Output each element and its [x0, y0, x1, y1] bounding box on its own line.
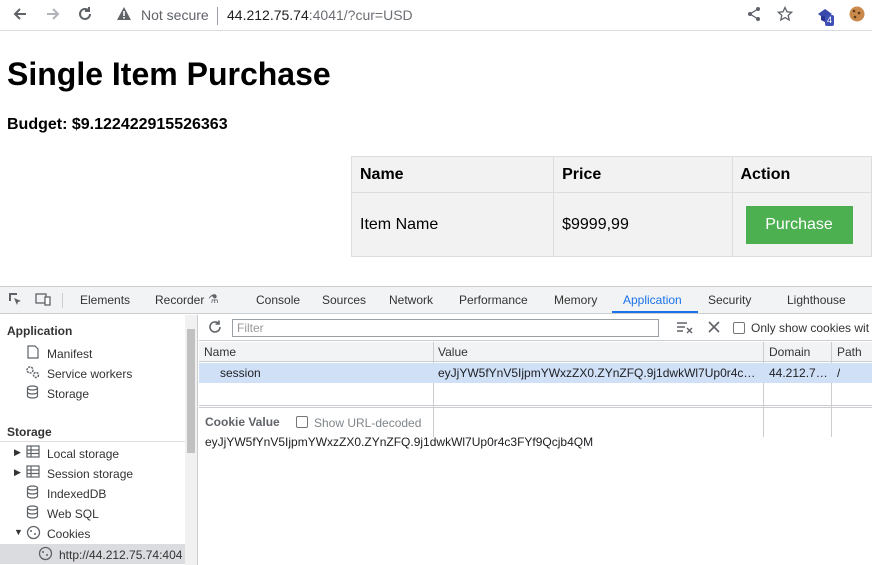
gear-icon — [25, 365, 41, 382]
show-url-decoded-checkbox[interactable] — [296, 416, 308, 428]
column-header-cookie-domain[interactable]: Domain — [769, 345, 810, 359]
flask-icon: ⚗ — [208, 292, 219, 306]
cookies-toolbar: Only show cookies wit — [199, 315, 872, 341]
budget-text: Budget: $9.122422915526363 — [7, 116, 228, 133]
forward-arrow-icon[interactable] — [42, 5, 64, 27]
sidebar-section-application: Application — [7, 324, 73, 338]
application-sidebar: Application Manifest Service workers Sto… — [0, 315, 198, 565]
url-host: 44.212.75.74 — [227, 7, 309, 23]
empty-row — [199, 384, 872, 406]
page-title: Single Item Purchase — [7, 56, 331, 92]
table-header-row: Name Price Action — [350, 156, 872, 193]
sidebar-item-cookies[interactable]: Cookies — [47, 527, 90, 541]
sidebar-item-manifest[interactable]: Manifest — [47, 347, 92, 361]
tab-lighthouse[interactable]: Lighthouse — [787, 293, 846, 307]
purchase-button[interactable]: Purchase — [745, 205, 853, 244]
browser-toolbar: Not secure 44.212.75.74:4041/?cur=USD 4 — [0, 0, 872, 31]
cookie-extension-icon[interactable] — [846, 5, 868, 27]
active-tab-indicator — [612, 311, 698, 313]
devtools-panel: Elements Recorder ⚗ Console Sources Netw… — [0, 286, 872, 565]
tabbar-divider — [62, 293, 63, 308]
cookie-path-cell[interactable]: / — [837, 366, 840, 380]
reload-icon[interactable] — [74, 5, 96, 27]
column-header-price: Price — [553, 156, 733, 193]
tab-sources[interactable]: Sources — [322, 293, 366, 307]
document-icon — [27, 345, 39, 362]
refresh-icon[interactable] — [207, 319, 223, 338]
devtools-tabbar: Elements Recorder ⚗ Console Sources Netw… — [0, 287, 872, 314]
clear-filtered-cookies-icon[interactable] — [676, 319, 694, 338]
sidebar-scrollbar-thumb[interactable] — [187, 329, 195, 453]
delete-all-cookies-icon[interactable] — [706, 319, 722, 338]
inspect-element-icon[interactable] — [8, 292, 23, 310]
sidebar-item-local-storage[interactable]: Local storage — [47, 447, 119, 461]
expand-arrow-icon[interactable]: ▶ — [14, 467, 21, 478]
column-header-action: Action — [731, 156, 872, 193]
cookie-name-cell[interactable]: session — [220, 366, 261, 380]
device-toolbar-icon[interactable] — [35, 292, 51, 310]
sidebar-item-cookie-origin[interactable]: http://44.212.75.74:404 — [59, 548, 185, 562]
sidebar-item-service-workers[interactable]: Service workers — [47, 367, 132, 381]
database-icon — [26, 385, 39, 402]
share-icon[interactable] — [743, 5, 765, 27]
extension-badge: 4 — [825, 15, 835, 26]
column-header-cookie-name[interactable]: Name — [204, 345, 236, 359]
tab-performance[interactable]: Performance — [459, 293, 528, 307]
not-secure-label[interactable]: Not secure — [141, 7, 209, 23]
cookie-icon — [26, 525, 41, 543]
back-arrow-icon[interactable] — [9, 5, 31, 27]
sidebar-item-indexeddb[interactable]: IndexedDB — [47, 487, 106, 501]
column-header-cookie-value[interactable]: Value — [438, 345, 468, 359]
item-action-cell: Purchase — [731, 192, 872, 257]
show-url-decoded-label: Show URL-decoded — [314, 416, 422, 430]
expand-arrow-icon[interactable]: ▶ — [14, 447, 21, 458]
table-grid-icon — [26, 445, 40, 461]
collapse-arrow-icon[interactable]: ▼ — [14, 527, 23, 537]
only-issues-checkbox[interactable] — [733, 322, 745, 334]
sidebar-divider — [0, 441, 185, 442]
cookies-grid-header: Name Value Domain Path — [199, 342, 872, 362]
omnibox-divider — [217, 7, 218, 25]
tab-security[interactable]: Security — [708, 293, 751, 307]
item-price-cell: $9999,99 — [553, 192, 733, 257]
warning-triangle-icon — [116, 6, 132, 27]
sidebar-item-session-storage[interactable]: Session storage — [47, 467, 133, 481]
tab-memory[interactable]: Memory — [554, 293, 597, 307]
table-row: Item Name $9999,99 Purchase — [350, 192, 872, 257]
sidebar-item-storage[interactable]: Storage — [47, 387, 89, 401]
column-header-cookie-path[interactable]: Path — [837, 345, 862, 359]
bookmark-star-icon[interactable] — [774, 5, 796, 27]
database-icon — [26, 485, 39, 502]
tab-network[interactable]: Network — [389, 293, 433, 307]
url-rest: :4041/?cur=USD — [308, 7, 413, 23]
table-grid-icon — [26, 465, 40, 481]
column-header-name: Name — [350, 156, 555, 193]
cookie-value-cell[interactable]: eyJjYW5fYnV5IjpmYWxzZX0.ZYnZFQ.9j1dwkWl7… — [438, 366, 760, 380]
tab-application[interactable]: Application — [623, 293, 682, 307]
cookie-value-text[interactable]: eyJjYW5fYnV5IjpmYWxzZX0.ZYnZFQ.9j1dwkWl7… — [205, 435, 593, 449]
address-bar[interactable]: Not secure 44.212.75.74:4041/?cur=USD — [110, 0, 730, 31]
url-text[interactable]: 44.212.75.74:4041/?cur=USD — [227, 7, 413, 23]
sidebar-item-web-sql[interactable]: Web SQL — [47, 507, 99, 521]
tab-recorder[interactable]: Recorder — [155, 293, 204, 307]
database-icon — [26, 505, 39, 522]
tab-elements[interactable]: Elements — [80, 293, 130, 307]
tab-console[interactable]: Console — [256, 293, 300, 307]
cookies-view: Only show cookies wit Name Value Domain … — [199, 315, 872, 565]
only-issues-label: Only show cookies wit — [751, 321, 870, 335]
cookie-value-label: Cookie Value — [205, 415, 280, 429]
sidebar-section-storage: Storage — [7, 425, 52, 439]
item-name-cell: Item Name — [350, 192, 555, 257]
cookie-filter-input[interactable] — [232, 319, 659, 337]
cookie-icon — [38, 546, 53, 564]
items-table: Name Price Action Item Name $9999,99 Pur… — [350, 156, 872, 257]
extension-icon[interactable]: 4 — [813, 5, 839, 27]
cookie-domain-cell[interactable]: 44.212.7… — [769, 366, 829, 380]
